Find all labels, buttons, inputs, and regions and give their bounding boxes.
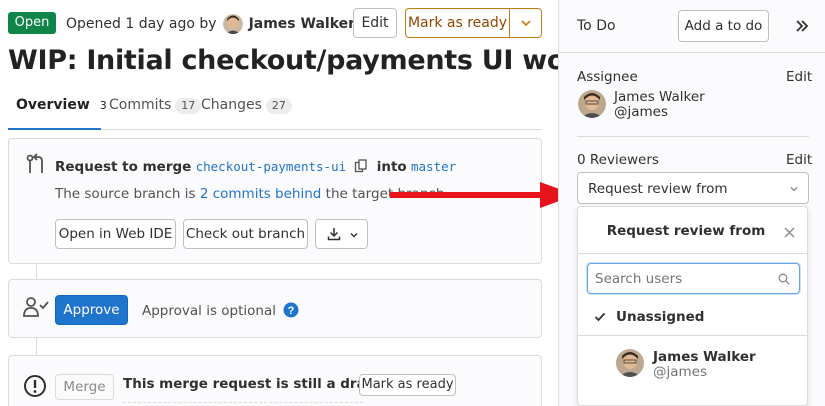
option-unassigned[interactable]: Unassigned — [578, 303, 807, 337]
copy-icon[interactable] — [354, 159, 368, 173]
chevron-down-icon — [790, 187, 798, 192]
request-review-select[interactable]: Request review from — [577, 172, 809, 204]
merge-request-icon — [26, 153, 43, 173]
target-branch[interactable]: master — [411, 159, 456, 174]
assignee-info[interactable]: James Walker @james — [614, 90, 705, 120]
close-icon[interactable] — [784, 227, 795, 238]
source-branch[interactable]: checkout-payments-ui — [196, 159, 347, 174]
open-web-ide-button[interactable]: Open in Web IDE — [55, 219, 176, 249]
mark-ready-dropdown-toggle[interactable] — [509, 8, 542, 38]
collapse-sidebar-icon[interactable] — [795, 19, 809, 33]
edit-button[interactable]: Edit — [353, 8, 397, 38]
dropdown-title: Request review from — [606, 223, 766, 239]
chevron-down-icon — [520, 20, 531, 27]
assignee-label: Assignee — [577, 69, 638, 85]
question-icon[interactable]: ? — [283, 302, 299, 318]
add-todo-button[interactable]: Add a to do — [678, 10, 769, 42]
approval-optional-text: Approval is optional — [142, 303, 276, 319]
tab-changes-count: 27 — [265, 98, 292, 114]
tab-changes-label: Changes — [201, 97, 262, 113]
author-name[interactable]: James Walker — [249, 16, 355, 32]
search-icon — [778, 273, 790, 285]
request-review-dropdown: Request review from Unassigned James Wal… — [577, 206, 808, 406]
tab-commits-label: Commits — [109, 97, 172, 113]
request-review-select-label: Request review from — [588, 181, 728, 197]
mark-as-ready-button[interactable]: Mark as ready — [405, 8, 510, 38]
page-title: WIP: Initial checkout/payments UI work — [8, 45, 596, 76]
draft-widget: Merge This merge request is still a draf… — [8, 355, 542, 406]
user-name: James Walker — [653, 349, 756, 365]
chevron-down-icon — [350, 233, 358, 238]
into-label: into — [376, 159, 407, 175]
draft-text: This merge request is still a draft. — [123, 376, 384, 392]
dropdown-divider-2 — [578, 335, 807, 336]
reviewers-edit-link[interactable]: Edit — [786, 152, 812, 168]
widget-connector — [36, 264, 37, 279]
unassigned-label: Unassigned — [616, 309, 705, 325]
reviewers-label: 0 Reviewers — [577, 152, 659, 168]
draft-mark-as-ready-button[interactable]: Mark as ready — [359, 374, 456, 396]
approve-button[interactable]: Approve — [55, 295, 128, 325]
opened-meta: Opened 1 day ago by James Walker — [66, 14, 355, 34]
svg-text:?: ? — [288, 305, 295, 317]
warning-icon — [24, 375, 46, 397]
opened-text: Opened 1 day ago by — [66, 16, 217, 32]
tab-changes[interactable]: Changes 27 — [201, 88, 292, 130]
tab-commits-count: 17 — [175, 98, 202, 114]
behind-prefix: The source branch is — [55, 186, 196, 202]
branch-status: The source branch is 2 commits behind th… — [55, 186, 444, 202]
commits-behind-link[interactable]: 2 commits behind — [200, 186, 322, 202]
check-out-branch-button[interactable]: Check out branch — [183, 219, 308, 249]
author-avatar[interactable] — [222, 14, 243, 34]
todo-label: To Do — [577, 18, 616, 34]
draft-divider — [123, 402, 363, 406]
search-users-input[interactable] — [587, 263, 800, 294]
assignee-avatar[interactable] — [578, 90, 606, 118]
search-users-field[interactable] — [588, 264, 768, 293]
assignee-name: James Walker — [614, 89, 705, 105]
user-handle: @james — [653, 364, 708, 380]
status-badge: Open — [8, 12, 56, 34]
red-arrow-annotation — [390, 182, 576, 208]
option-user-james[interactable]: James Walker @james — [578, 341, 807, 391]
approval-widget: Approve Approval is optional ? — [8, 279, 542, 338]
sidebar-divider-2 — [577, 136, 809, 137]
user-info: James Walker @james — [653, 350, 756, 380]
mr-tabs: Overview 3 Commits 17 Changes 27 — [8, 88, 542, 130]
request-to-merge-label: Request to merge — [55, 159, 192, 175]
approval-optional: Approval is optional ? — [142, 302, 299, 319]
download-dropdown-button[interactable] — [315, 219, 368, 249]
widget-connector-2 — [36, 338, 37, 355]
user-avatar — [616, 349, 644, 377]
tab-overview[interactable]: Overview 3 — [8, 88, 107, 130]
assignee-edit-link[interactable]: Edit — [786, 69, 812, 85]
sidebar-divider — [559, 52, 825, 53]
tab-overview-label: Overview — [16, 97, 90, 113]
merge-button[interactable]: Merge — [55, 374, 114, 400]
assignee-handle: @james — [614, 104, 669, 120]
tab-commits[interactable]: Commits 17 — [109, 88, 202, 130]
check-icon — [594, 312, 606, 322]
merge-request-line: Request to merge checkout-payments-ui in… — [55, 159, 456, 175]
dropdown-divider — [578, 253, 807, 254]
approval-icon — [23, 297, 49, 317]
download-icon — [327, 228, 341, 241]
